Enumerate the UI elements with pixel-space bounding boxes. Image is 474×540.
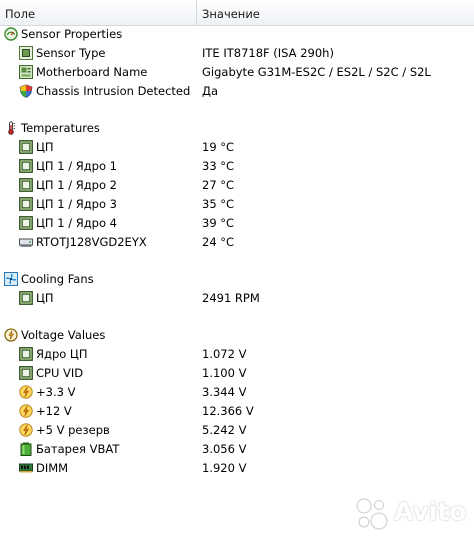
sensor-label: +5 V резерв <box>36 423 110 437</box>
sensor-row[interactable]: Батарея VBAT 3.056 V <box>0 440 474 459</box>
sensor-label: ЦП 1 / Ядро 1 <box>36 159 117 173</box>
group-title: Temperatures <box>21 121 100 135</box>
sensor-value: 27 °C <box>202 178 235 192</box>
thermometer-icon <box>4 121 18 135</box>
sensor-row[interactable]: Sensor Type ITE IT8718F (ISA 290h) <box>0 44 474 63</box>
sensor-label: CPU VID <box>36 366 84 380</box>
sensor-row[interactable]: RTOTJ128VGD2EYX 24 °C <box>0 233 474 252</box>
sensor-value: 3.056 V <box>202 442 247 456</box>
sensor-label: ЦП 1 / Ядро 4 <box>36 216 117 230</box>
sensor-row[interactable]: ЦП 1 / Ядро 1 33 °C <box>0 157 474 176</box>
group-header[interactable]: Cooling Fans <box>0 270 474 289</box>
sensor-value: 5.242 V <box>202 423 247 437</box>
sensor-label: RTOTJ128VGD2EYX <box>36 235 147 249</box>
sensor-label: DIMM <box>36 461 69 475</box>
avito-watermark: Avito <box>354 496 466 532</box>
column-header-value[interactable]: Значение <box>202 7 260 21</box>
sensor-row[interactable]: Chassis Intrusion Detected Да <box>0 82 474 101</box>
sensor-value: 12.366 V <box>202 404 254 418</box>
column-divider[interactable] <box>196 0 197 25</box>
sensor-row[interactable]: ЦП 19 °C <box>0 138 474 157</box>
sensor-label: ЦП <box>36 140 54 154</box>
group-header[interactable]: Temperatures <box>0 119 474 138</box>
sensor-row[interactable]: DIMM 1.920 V <box>0 459 474 478</box>
sensor-value: Gigabyte G31M-ES2C / ES2L / S2C / S2L <box>202 65 431 79</box>
sensor-value: 3.344 V <box>202 385 247 399</box>
group-title: Sensor Properties <box>21 27 123 41</box>
sensor-row[interactable]: CPU VID 1.100 V <box>0 364 474 383</box>
sensor-value: 2491 RPM <box>202 291 260 305</box>
sensor-label: Sensor Type <box>36 46 106 60</box>
group-header[interactable]: Sensor Properties <box>0 25 474 44</box>
lightning-icon <box>19 385 33 399</box>
sensor-label: +3.3 V <box>36 385 76 399</box>
sensor-value: 39 °C <box>202 216 235 230</box>
cpu-chip-icon <box>19 159 33 173</box>
group-title: Cooling Fans <box>21 272 94 286</box>
cpu-chip-icon <box>19 291 33 305</box>
sensor-label: Ядро ЦП <box>36 347 88 361</box>
sensor-label: ЦП 1 / Ядро 3 <box>36 197 117 211</box>
lightning-icon <box>19 423 33 437</box>
battery-icon <box>19 442 33 456</box>
sensor-value: 1.100 V <box>202 366 247 380</box>
cpu-chip-icon <box>19 347 33 361</box>
column-header-field[interactable]: Поле <box>5 7 35 21</box>
sensor-value: 1.072 V <box>202 347 247 361</box>
sensor-label: +12 V <box>36 404 72 418</box>
fan-icon <box>4 272 18 286</box>
cpu-chip-icon <box>19 140 33 154</box>
cpu-chip-icon <box>19 366 33 380</box>
sensor-label: Motherboard Name <box>36 65 148 79</box>
cpu-chip-icon <box>19 178 33 192</box>
group-header[interactable]: Voltage Values <box>0 326 474 345</box>
sensor-label: ЦП <box>36 291 54 305</box>
cpu-chip-icon <box>19 197 33 211</box>
sensor-value: 1.920 V <box>202 461 247 475</box>
memory-module-icon <box>19 461 33 475</box>
sensor-row[interactable]: Motherboard Name Gigabyte G31M-ES2C / ES2… <box>0 63 474 82</box>
motherboard-icon <box>19 65 33 79</box>
avito-logo-icon <box>356 498 388 530</box>
shield-icon <box>19 84 33 98</box>
sensor-row[interactable]: +12 V 12.366 V <box>0 402 474 421</box>
sensor-value: 24 °C <box>202 235 235 249</box>
sensor-value: ITE IT8718F (ISA 290h) <box>202 46 334 60</box>
sensor-row[interactable]: +3.3 V 3.344 V <box>0 383 474 402</box>
column-header: Поле Значение <box>0 0 474 26</box>
sensor-value: 33 °C <box>202 159 235 173</box>
sensor-value: Да <box>202 84 219 98</box>
drive-icon <box>19 235 33 249</box>
sensor-label: Батарея VBAT <box>36 442 120 456</box>
sensor-value: 19 °C <box>202 140 235 154</box>
sensor-label: Chassis Intrusion Detected <box>36 84 191 98</box>
sensor-row[interactable]: ЦП 1 / Ядро 2 27 °C <box>0 176 474 195</box>
sensor-row[interactable]: ЦП 2491 RPM <box>0 289 474 308</box>
sensor-row[interactable]: Ядро ЦП 1.072 V <box>0 345 474 364</box>
sensor-label: ЦП 1 / Ядро 2 <box>36 178 117 192</box>
cpu-chip-icon <box>19 216 33 230</box>
sensor-value: 35 °C <box>202 197 235 211</box>
sensor-row[interactable]: ЦП 1 / Ядро 3 35 °C <box>0 195 474 214</box>
sensor-row[interactable]: +5 V резерв 5.242 V <box>0 421 474 440</box>
lightning-icon <box>19 404 33 418</box>
group-title: Voltage Values <box>21 328 106 342</box>
voltage-gauge-icon <box>4 328 18 342</box>
watermark-text: Avito <box>394 497 467 526</box>
chip-board-icon <box>19 46 33 60</box>
sensor-gauge-icon <box>4 27 18 41</box>
sensor-row[interactable]: ЦП 1 / Ядро 4 39 °C <box>0 214 474 233</box>
